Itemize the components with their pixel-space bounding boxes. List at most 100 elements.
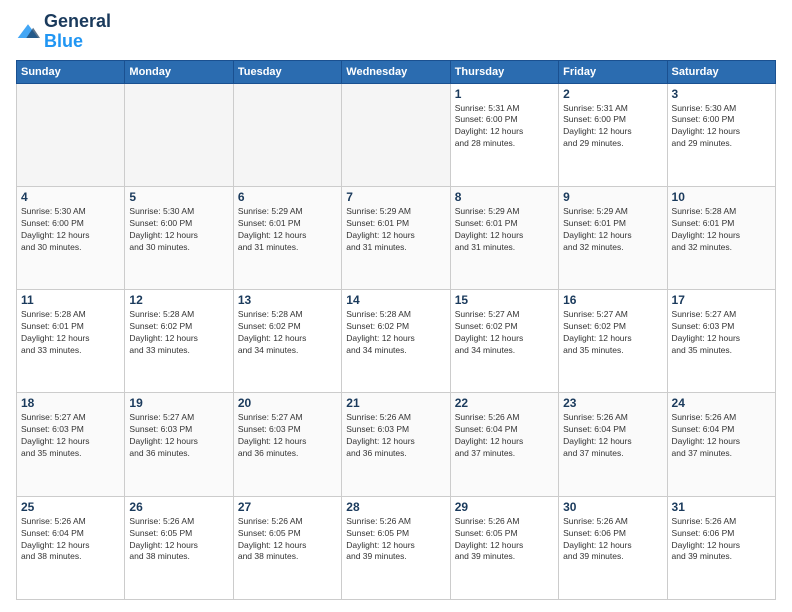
day-number: 13 (238, 293, 337, 307)
day-info: Sunrise: 5:26 AM Sunset: 6:04 PM Dayligh… (21, 516, 120, 564)
day-info: Sunrise: 5:29 AM Sunset: 6:01 PM Dayligh… (238, 206, 337, 254)
calendar-cell: 2Sunrise: 5:31 AM Sunset: 6:00 PM Daylig… (559, 83, 667, 186)
calendar-cell: 15 Sunrise: 5:27 AM Sunset: 6:02 PM Dayli… (450, 290, 558, 393)
day-info: Sunrise: 5:26 AM Sunset: 6:03 PM Dayligh… (346, 412, 445, 460)
weekday-header-sunday: Sunday (17, 60, 125, 83)
calendar-cell: 31 Sunrise: 5:26 AM Sunset: 6:06 PM Dayli… (667, 496, 775, 599)
day-number: 7 (346, 190, 445, 204)
day-info: Sunrise: 5:26 AM Sunset: 6:04 PM Dayligh… (455, 412, 554, 460)
day-number: 22 (455, 396, 554, 410)
day-number: 21 (346, 396, 445, 410)
calendar-cell: 23Sunrise: 5:26 AM Sunset: 6:04 PM Dayli… (559, 393, 667, 496)
day-number: 27 (238, 500, 337, 514)
day-info: Sunrise: 5:29 AM Sunset: 6:01 PM Dayligh… (563, 206, 662, 254)
day-info: Sunrise: 5:30 AM Sunset: 6:00 PM Dayligh… (129, 206, 228, 254)
day-number: 14 (346, 293, 445, 307)
day-info: Sunrise: 5:28 AM Sunset: 6:02 PM Dayligh… (346, 309, 445, 357)
day-info: Sunrise: 5:28 AM Sunset: 6:01 PM Dayligh… (21, 309, 120, 357)
calendar-cell: 27 Sunrise: 5:26 AM Sunset: 6:05 PM Dayli… (233, 496, 341, 599)
calendar-cell: 12 Sunrise: 5:28 AM Sunset: 6:02 PM Dayli… (125, 290, 233, 393)
weekday-header-wednesday: Wednesday (342, 60, 450, 83)
day-number: 24 (672, 396, 771, 410)
day-number: 2 (563, 87, 662, 101)
day-info: Sunrise: 5:30 AM Sunset: 6:00 PM Dayligh… (21, 206, 120, 254)
weekday-header-thursday: Thursday (450, 60, 558, 83)
day-info: Sunrise: 5:27 AM Sunset: 6:03 PM Dayligh… (238, 412, 337, 460)
day-number: 16 (563, 293, 662, 307)
calendar-cell: 11 Sunrise: 5:28 AM Sunset: 6:01 PM Dayli… (17, 290, 125, 393)
day-number: 3 (672, 87, 771, 101)
calendar-cell: 3Sunrise: 5:30 AM Sunset: 6:00 PM Daylig… (667, 83, 775, 186)
day-info: Sunrise: 5:27 AM Sunset: 6:02 PM Dayligh… (563, 309, 662, 357)
day-number: 20 (238, 396, 337, 410)
header: General Blue (16, 12, 776, 52)
day-info: Sunrise: 5:27 AM Sunset: 6:03 PM Dayligh… (129, 412, 228, 460)
day-info: Sunrise: 5:27 AM Sunset: 6:02 PM Dayligh… (455, 309, 554, 357)
day-number: 31 (672, 500, 771, 514)
day-info: Sunrise: 5:28 AM Sunset: 6:02 PM Dayligh… (129, 309, 228, 357)
day-number: 30 (563, 500, 662, 514)
day-info: Sunrise: 5:29 AM Sunset: 6:01 PM Dayligh… (346, 206, 445, 254)
day-number: 5 (129, 190, 228, 204)
calendar-cell (17, 83, 125, 186)
day-number: 25 (21, 500, 120, 514)
calendar-cell: 16 Sunrise: 5:27 AM Sunset: 6:02 PM Dayli… (559, 290, 667, 393)
calendar-cell: 17Sunrise: 5:27 AM Sunset: 6:03 PM Dayli… (667, 290, 775, 393)
calendar-cell: 29 Sunrise: 5:26 AM Sunset: 6:05 PM Dayli… (450, 496, 558, 599)
weekday-header-saturday: Saturday (667, 60, 775, 83)
calendar-cell: 30 Sunrise: 5:26 AM Sunset: 6:06 PM Dayli… (559, 496, 667, 599)
day-info: Sunrise: 5:26 AM Sunset: 6:06 PM Dayligh… (563, 516, 662, 564)
day-number: 29 (455, 500, 554, 514)
day-number: 18 (21, 396, 120, 410)
calendar-cell: 5 Sunrise: 5:30 AM Sunset: 6:00 PM Daylig… (125, 186, 233, 289)
calendar-cell: 6Sunrise: 5:29 AM Sunset: 6:01 PM Daylig… (233, 186, 341, 289)
logo-text: General Blue (44, 12, 111, 52)
day-number: 15 (455, 293, 554, 307)
calendar-cell: 21 Sunrise: 5:26 AM Sunset: 6:03 PM Dayli… (342, 393, 450, 496)
day-info: Sunrise: 5:26 AM Sunset: 6:06 PM Dayligh… (672, 516, 771, 564)
day-number: 4 (21, 190, 120, 204)
day-info: Sunrise: 5:28 AM Sunset: 6:02 PM Dayligh… (238, 309, 337, 357)
calendar-cell: 22 Sunrise: 5:26 AM Sunset: 6:04 PM Dayli… (450, 393, 558, 496)
day-info: Sunrise: 5:29 AM Sunset: 6:01 PM Dayligh… (455, 206, 554, 254)
day-number: 1 (455, 87, 554, 101)
day-info: Sunrise: 5:26 AM Sunset: 6:05 PM Dayligh… (238, 516, 337, 564)
calendar-week-1: 1 Sunrise: 5:31 AM Sunset: 6:00 PM Daylig… (17, 83, 776, 186)
page: General Blue SundayMondayTuesdayWednesda… (0, 0, 792, 612)
calendar-cell: 18 Sunrise: 5:27 AM Sunset: 6:03 PM Dayli… (17, 393, 125, 496)
day-number: 9 (563, 190, 662, 204)
calendar-cell (342, 83, 450, 186)
day-info: Sunrise: 5:26 AM Sunset: 6:05 PM Dayligh… (129, 516, 228, 564)
calendar-cell: 26 Sunrise: 5:26 AM Sunset: 6:05 PM Dayli… (125, 496, 233, 599)
logo-icon (16, 22, 40, 42)
day-number: 23 (563, 396, 662, 410)
day-number: 28 (346, 500, 445, 514)
calendar-cell: 4 Sunrise: 5:30 AM Sunset: 6:00 PM Daylig… (17, 186, 125, 289)
calendar-week-2: 4 Sunrise: 5:30 AM Sunset: 6:00 PM Daylig… (17, 186, 776, 289)
day-info: Sunrise: 5:27 AM Sunset: 6:03 PM Dayligh… (21, 412, 120, 460)
day-number: 26 (129, 500, 228, 514)
calendar-week-4: 18 Sunrise: 5:27 AM Sunset: 6:03 PM Dayli… (17, 393, 776, 496)
calendar-cell: 28 Sunrise: 5:26 AM Sunset: 6:05 PM Dayli… (342, 496, 450, 599)
logo: General Blue (16, 12, 111, 52)
calendar-cell: 13 Sunrise: 5:28 AM Sunset: 6:02 PM Dayli… (233, 290, 341, 393)
day-number: 8 (455, 190, 554, 204)
day-number: 11 (21, 293, 120, 307)
day-info: Sunrise: 5:26 AM Sunset: 6:05 PM Dayligh… (455, 516, 554, 564)
day-number: 19 (129, 396, 228, 410)
calendar-cell: 8 Sunrise: 5:29 AM Sunset: 6:01 PM Daylig… (450, 186, 558, 289)
calendar-cell: 19 Sunrise: 5:27 AM Sunset: 6:03 PM Dayli… (125, 393, 233, 496)
day-info: Sunrise: 5:28 AM Sunset: 6:01 PM Dayligh… (672, 206, 771, 254)
calendar-cell: 24Sunrise: 5:26 AM Sunset: 6:04 PM Dayli… (667, 393, 775, 496)
calendar-cell: 9 Sunrise: 5:29 AM Sunset: 6:01 PM Daylig… (559, 186, 667, 289)
calendar-cell: 25 Sunrise: 5:26 AM Sunset: 6:04 PM Dayli… (17, 496, 125, 599)
calendar-header-row: SundayMondayTuesdayWednesdayThursdayFrid… (17, 60, 776, 83)
weekday-header-friday: Friday (559, 60, 667, 83)
calendar-cell: 10Sunrise: 5:28 AM Sunset: 6:01 PM Dayli… (667, 186, 775, 289)
day-info: Sunrise: 5:26 AM Sunset: 6:05 PM Dayligh… (346, 516, 445, 564)
calendar-cell (125, 83, 233, 186)
day-number: 12 (129, 293, 228, 307)
day-info: Sunrise: 5:31 AM Sunset: 6:00 PM Dayligh… (455, 103, 554, 151)
day-info: Sunrise: 5:27 AM Sunset: 6:03 PM Dayligh… (672, 309, 771, 357)
calendar-cell: 20 Sunrise: 5:27 AM Sunset: 6:03 PM Dayli… (233, 393, 341, 496)
